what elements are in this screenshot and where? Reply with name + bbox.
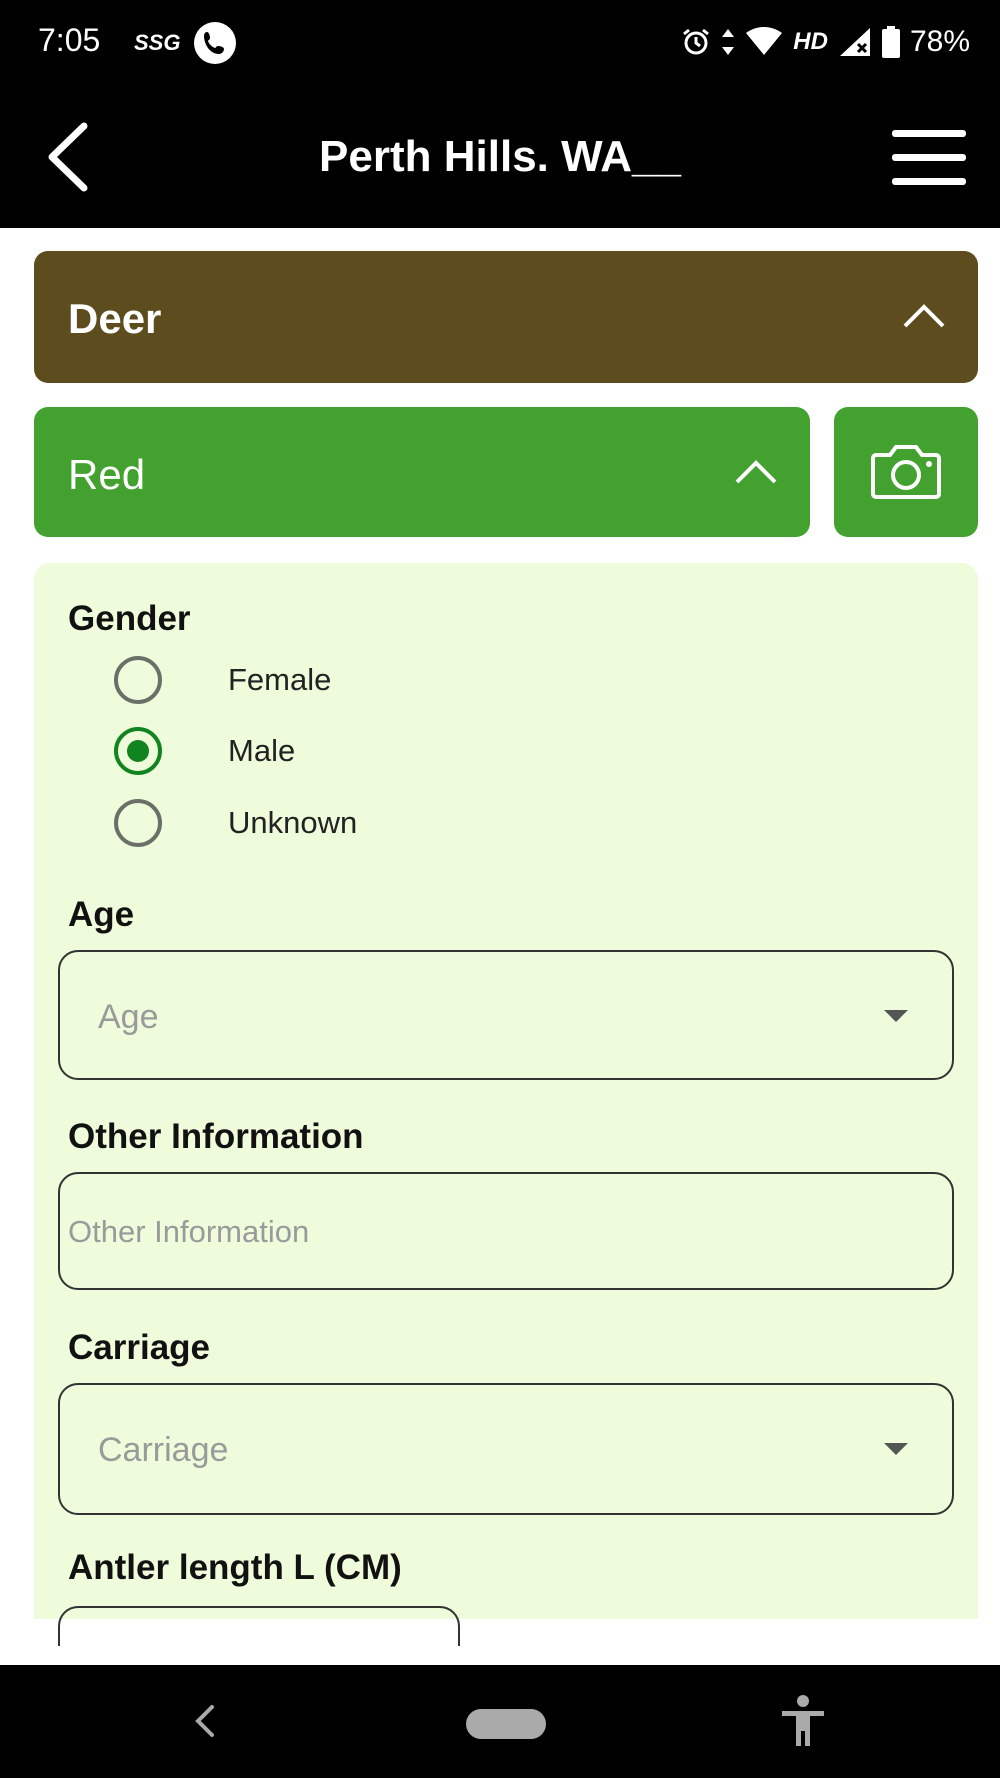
- wifi-icon: [745, 27, 783, 57]
- antler-length-label: Antler length L (CM): [68, 1548, 402, 1587]
- signal-icon: [838, 26, 872, 58]
- chevron-up-icon: [735, 460, 777, 484]
- radio-label: Unknown: [228, 805, 358, 840]
- accessibility-icon[interactable]: [780, 1695, 826, 1749]
- hamburger-menu-icon[interactable]: [892, 128, 966, 188]
- system-nav-bar: [0, 1665, 1000, 1778]
- battery-percent: 78%: [909, 25, 970, 58]
- carriage-dropdown[interactable]: Carriage: [58, 1383, 954, 1515]
- gender-option-male[interactable]: Male: [114, 726, 295, 776]
- gender-option-female[interactable]: Female: [114, 655, 331, 705]
- species-label: Red: [68, 451, 146, 498]
- status-bar: 7:05 SSG HD 78%: [0, 0, 1000, 88]
- age-dropdown[interactable]: Age: [58, 950, 954, 1080]
- details-form: Gender Female Male Unknown Age Age Other…: [34, 563, 978, 1646]
- other-information-label: Other Information: [68, 1117, 364, 1156]
- age-placeholder: Age: [98, 998, 159, 1036]
- camera-button[interactable]: [834, 407, 978, 537]
- gender-option-unknown[interactable]: Unknown: [114, 798, 357, 848]
- species-group-accordion[interactable]: Deer: [34, 251, 978, 383]
- chevron-up-icon: [903, 304, 945, 328]
- nav-home-pill[interactable]: [466, 1709, 546, 1739]
- phone-call-icon: [194, 22, 236, 64]
- dropdown-caret-icon: [884, 1443, 908, 1455]
- other-information-input[interactable]: Other Information: [58, 1172, 954, 1290]
- radio-unknown[interactable]: [114, 799, 162, 847]
- carriage-label: Carriage: [68, 1328, 211, 1367]
- status-icons: HD 78%: [681, 22, 970, 62]
- carrier-badge: SSG: [134, 30, 181, 55]
- species-group-label: Deer: [68, 295, 162, 342]
- age-label: Age: [68, 895, 135, 934]
- page-title: Perth Hills. WA__: [319, 132, 681, 181]
- camera-icon: [871, 445, 941, 499]
- status-time: 7:05: [38, 22, 101, 58]
- radio-female[interactable]: [114, 656, 162, 704]
- species-accordion[interactable]: Red: [34, 407, 810, 537]
- carriage-placeholder: Carriage: [98, 1431, 229, 1469]
- battery-icon: [881, 26, 900, 58]
- alarm-icon: [681, 27, 711, 57]
- data-arrows-icon: [721, 27, 735, 57]
- radio-label: Male: [228, 733, 296, 768]
- app-bar: Perth Hills. WA__: [0, 88, 1000, 228]
- dropdown-caret-icon: [884, 1010, 908, 1022]
- radio-label: Female: [228, 662, 332, 697]
- network-label: HD: [793, 28, 828, 55]
- radio-male-selected[interactable]: [114, 727, 162, 775]
- gender-label: Gender: [68, 599, 191, 638]
- other-information-placeholder: Other Information: [68, 1214, 310, 1249]
- antler-length-input[interactable]: [58, 1606, 460, 1646]
- nav-back-icon[interactable]: [190, 1701, 220, 1741]
